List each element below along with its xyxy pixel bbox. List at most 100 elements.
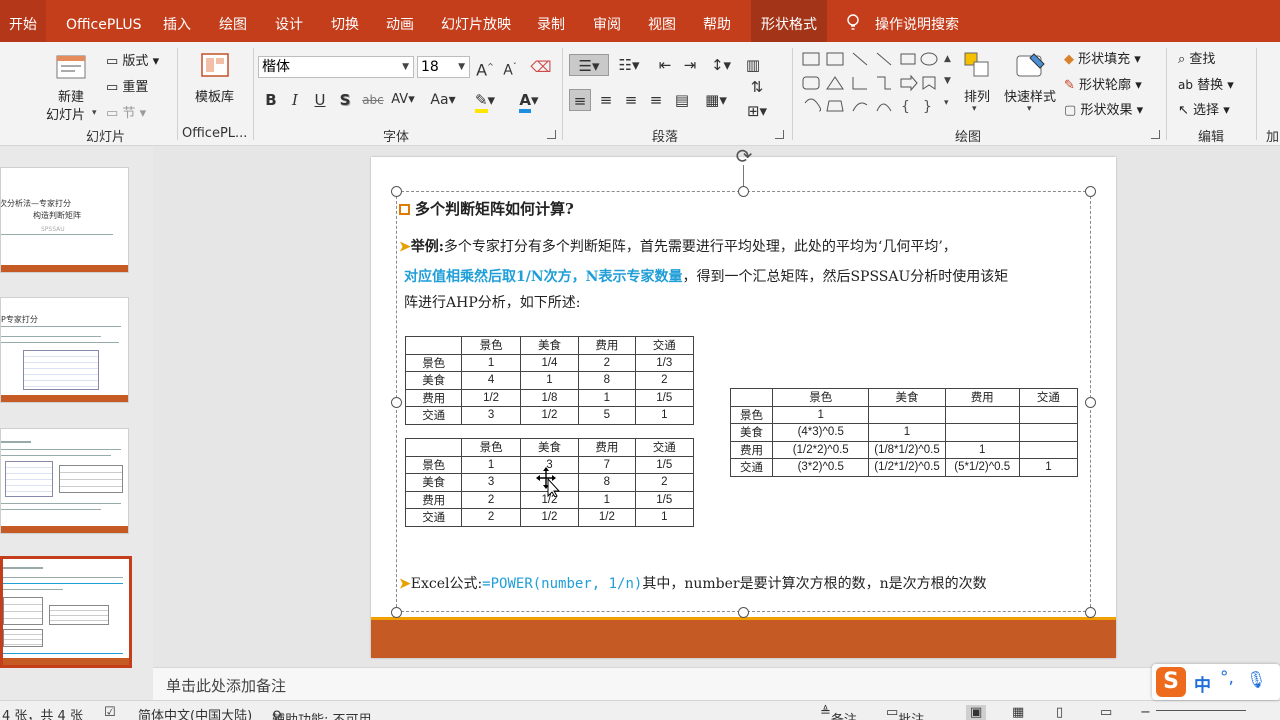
tab-insert[interactable]: 插入 xyxy=(163,0,191,42)
clear-format-icon[interactable]: ⌫ xyxy=(530,56,552,78)
template-library-icon[interactable] xyxy=(199,50,231,82)
shrink-font-button[interactable]: Aˇ xyxy=(499,56,521,79)
highlight-color-button[interactable]: ✎▾ xyxy=(470,89,500,113)
increase-indent-icon[interactable]: ⇥ xyxy=(679,54,701,76)
tab-help[interactable]: 帮助 xyxy=(703,0,731,42)
reset-button[interactable]: ▭ 重置 xyxy=(106,76,148,95)
notes-toggle[interactable]: ≜ 备注 xyxy=(820,705,857,720)
numbering-button[interactable]: ☷▾ xyxy=(614,54,644,76)
arrange-icon[interactable] xyxy=(962,50,992,80)
resize-handle-bottom-left[interactable] xyxy=(391,607,402,618)
resize-handle-bottom[interactable] xyxy=(738,607,749,618)
ime-mode[interactable]: 中 xyxy=(1194,671,1211,696)
tab-record[interactable]: 录制 xyxy=(537,0,565,42)
language-indicator[interactable]: 简体中文(中国大陆) xyxy=(138,705,252,720)
paragraph-dialog-launcher-icon[interactable] xyxy=(775,130,784,139)
slide-thumbnail-1[interactable]: 次分析法—专家打分 构造判断矩阵 SPSSAU xyxy=(0,167,129,273)
tab-officeplus[interactable]: OfficePLUS xyxy=(66,0,142,42)
smartart-button[interactable]: ⊞▾ xyxy=(742,100,772,122)
font-size-select[interactable]: 18 ▼ xyxy=(417,56,470,78)
font-dialog-launcher-icon[interactable] xyxy=(547,130,556,139)
columns-button[interactable]: ▦▾ xyxy=(701,89,731,111)
bullets-button[interactable]: ☰▾ xyxy=(569,54,609,76)
slide-thumbnail-3[interactable] xyxy=(0,428,129,534)
align-center-button[interactable]: ≡ xyxy=(595,89,617,111)
template-library-label[interactable]: 模板库 xyxy=(195,86,234,105)
zoom-out-icon[interactable]: − xyxy=(1140,705,1151,720)
shape-outline-button[interactable]: ✎ 形状轮廓 ▾ xyxy=(1064,74,1142,93)
shadow-button[interactable]: S xyxy=(334,89,356,111)
font-color-button[interactable]: A▾ xyxy=(512,89,546,113)
distributed-button[interactable]: ▤ xyxy=(671,89,693,111)
tab-transitions[interactable]: 切换 xyxy=(331,0,359,42)
microphone-icon[interactable]: 🎙 xyxy=(1246,670,1266,689)
align-left-button[interactable]: ≡ xyxy=(569,89,591,111)
tab-view[interactable]: 视图 xyxy=(648,0,676,42)
new-slide-icon[interactable] xyxy=(53,50,89,84)
strikethrough-button[interactable]: abc xyxy=(360,89,386,111)
quick-styles-label[interactable]: 快速样式 xyxy=(1004,86,1056,105)
judgment-matrix-table-1[interactable]: 景色 美食 费用 交通 景色 1 1/4 2 1/3 美食 4 1 8 2 费用 1/2 1/8 1 1/5 交通 3 1… xyxy=(404,336,695,425)
tab-review[interactable]: 审阅 xyxy=(593,0,621,42)
paragraph-line-3[interactable]: 阵进行AHP分析，如下所述: xyxy=(404,288,580,319)
underline-button[interactable]: U xyxy=(309,89,331,111)
align-right-button[interactable]: ≡ xyxy=(620,89,642,111)
excel-formula-line[interactable]: ➤Excel公式:=POWER(number, 1/n)其中，number是要计… xyxy=(399,573,987,593)
tab-design[interactable]: 设计 xyxy=(275,0,303,42)
paragraph-line-1[interactable]: ➤举例:多个专家打分有多个判断矩阵，首先需要进行平均处理，此处的平均为‘几何平均… xyxy=(399,232,957,263)
reading-view-icon[interactable]: ▯ xyxy=(1056,705,1063,720)
italic-button[interactable]: I xyxy=(284,89,306,111)
drawing-dialog-launcher-icon[interactable] xyxy=(1151,130,1160,139)
find-button[interactable]: ⌕ 查找 xyxy=(1178,48,1215,67)
slideshow-view-icon[interactable]: ▭ xyxy=(1100,705,1112,720)
comments-toggle[interactable]: ▭ 批注 xyxy=(886,705,924,720)
shape-effects-button[interactable]: ▢ 形状效果 ▾ xyxy=(1064,99,1143,118)
font-name-select[interactable]: 楷体 ▼ xyxy=(258,56,414,78)
tab-home[interactable]: 开始 xyxy=(0,0,46,42)
columns-icon[interactable]: ▥ xyxy=(742,54,764,76)
summary-matrix-table[interactable]: 景色 美食 费用 交通 景色 1 美食 (4*3)^0.5 1 费用 (1/2*2)^0.5 (1/8… xyxy=(729,388,1079,477)
line-spacing-button[interactable]: ↕▾ xyxy=(705,54,737,76)
chevron-down-icon[interactable]: ▾ xyxy=(92,108,97,118)
bold-button[interactable]: B xyxy=(260,89,282,111)
resize-handle-left[interactable] xyxy=(391,397,402,408)
quick-styles-icon[interactable] xyxy=(1014,50,1048,82)
resize-handle-top-right[interactable] xyxy=(1085,186,1096,197)
chevron-up-icon[interactable]: ▲ xyxy=(944,54,951,64)
tab-animations[interactable]: 动画 xyxy=(386,0,414,42)
gallery-more-icon[interactable]: ▾ xyxy=(944,98,949,108)
new-slide-label1[interactable]: 新建 xyxy=(58,86,84,105)
character-spacing-button[interactable]: AV▾ xyxy=(388,89,418,111)
decrease-indent-icon[interactable]: ⇤ xyxy=(654,54,676,76)
slide-sorter-icon[interactable]: ▦ xyxy=(1012,705,1024,720)
resize-handle-top-left[interactable] xyxy=(391,186,402,197)
resize-handle-bottom-right[interactable] xyxy=(1085,607,1096,618)
ime-toolbar[interactable]: S 中 °, 🎙 xyxy=(1152,664,1280,700)
notes-pane[interactable]: 单击此处添加备注 xyxy=(153,667,1280,700)
chevron-down-icon[interactable]: ▾ xyxy=(1027,104,1032,114)
replace-button[interactable]: ab 替换 ▾ xyxy=(1178,74,1234,93)
tab-slideshow[interactable]: 幻灯片放映 xyxy=(441,0,511,42)
chevron-down-icon[interactable]: ▾ xyxy=(972,104,977,114)
slide-heading[interactable]: 多个判断矩阵如何计算? xyxy=(399,198,574,219)
rotate-handle-icon[interactable]: ⟳ xyxy=(733,145,755,167)
section-button[interactable]: ▭ 节 ▾ xyxy=(106,102,146,121)
shapes-gallery[interactable]: { } xyxy=(801,51,941,117)
tab-draw[interactable]: 绘图 xyxy=(219,0,247,42)
spellcheck-icon[interactable]: ☑ xyxy=(104,705,116,720)
justify-button[interactable]: ≡ xyxy=(645,89,667,111)
new-slide-label2[interactable]: 幻灯片 xyxy=(46,104,85,123)
text-direction-icon[interactable]: ⇅ xyxy=(746,76,768,98)
slide-thumbnail-2[interactable]: P专家打分 xyxy=(0,297,129,403)
normal-view-icon[interactable]: ▣ xyxy=(966,705,987,720)
select-button[interactable]: ↖ 选择 ▾ xyxy=(1178,99,1230,118)
layout-button[interactable]: ▭ 版式 ▾ xyxy=(106,50,159,69)
grow-font-button[interactable]: A^ xyxy=(474,56,496,79)
resize-handle-right[interactable] xyxy=(1085,397,1096,408)
change-case-button[interactable]: Aa▾ xyxy=(426,89,460,111)
slide-thumbnail-4-current[interactable] xyxy=(0,556,132,668)
resize-handle-top[interactable] xyxy=(738,186,749,197)
chevron-down-icon[interactable]: ▼ xyxy=(944,76,951,86)
tell-me-search[interactable]: 操作说明搜索 xyxy=(875,0,959,42)
shape-fill-button[interactable]: ◆ 形状填充 ▾ xyxy=(1064,48,1141,67)
